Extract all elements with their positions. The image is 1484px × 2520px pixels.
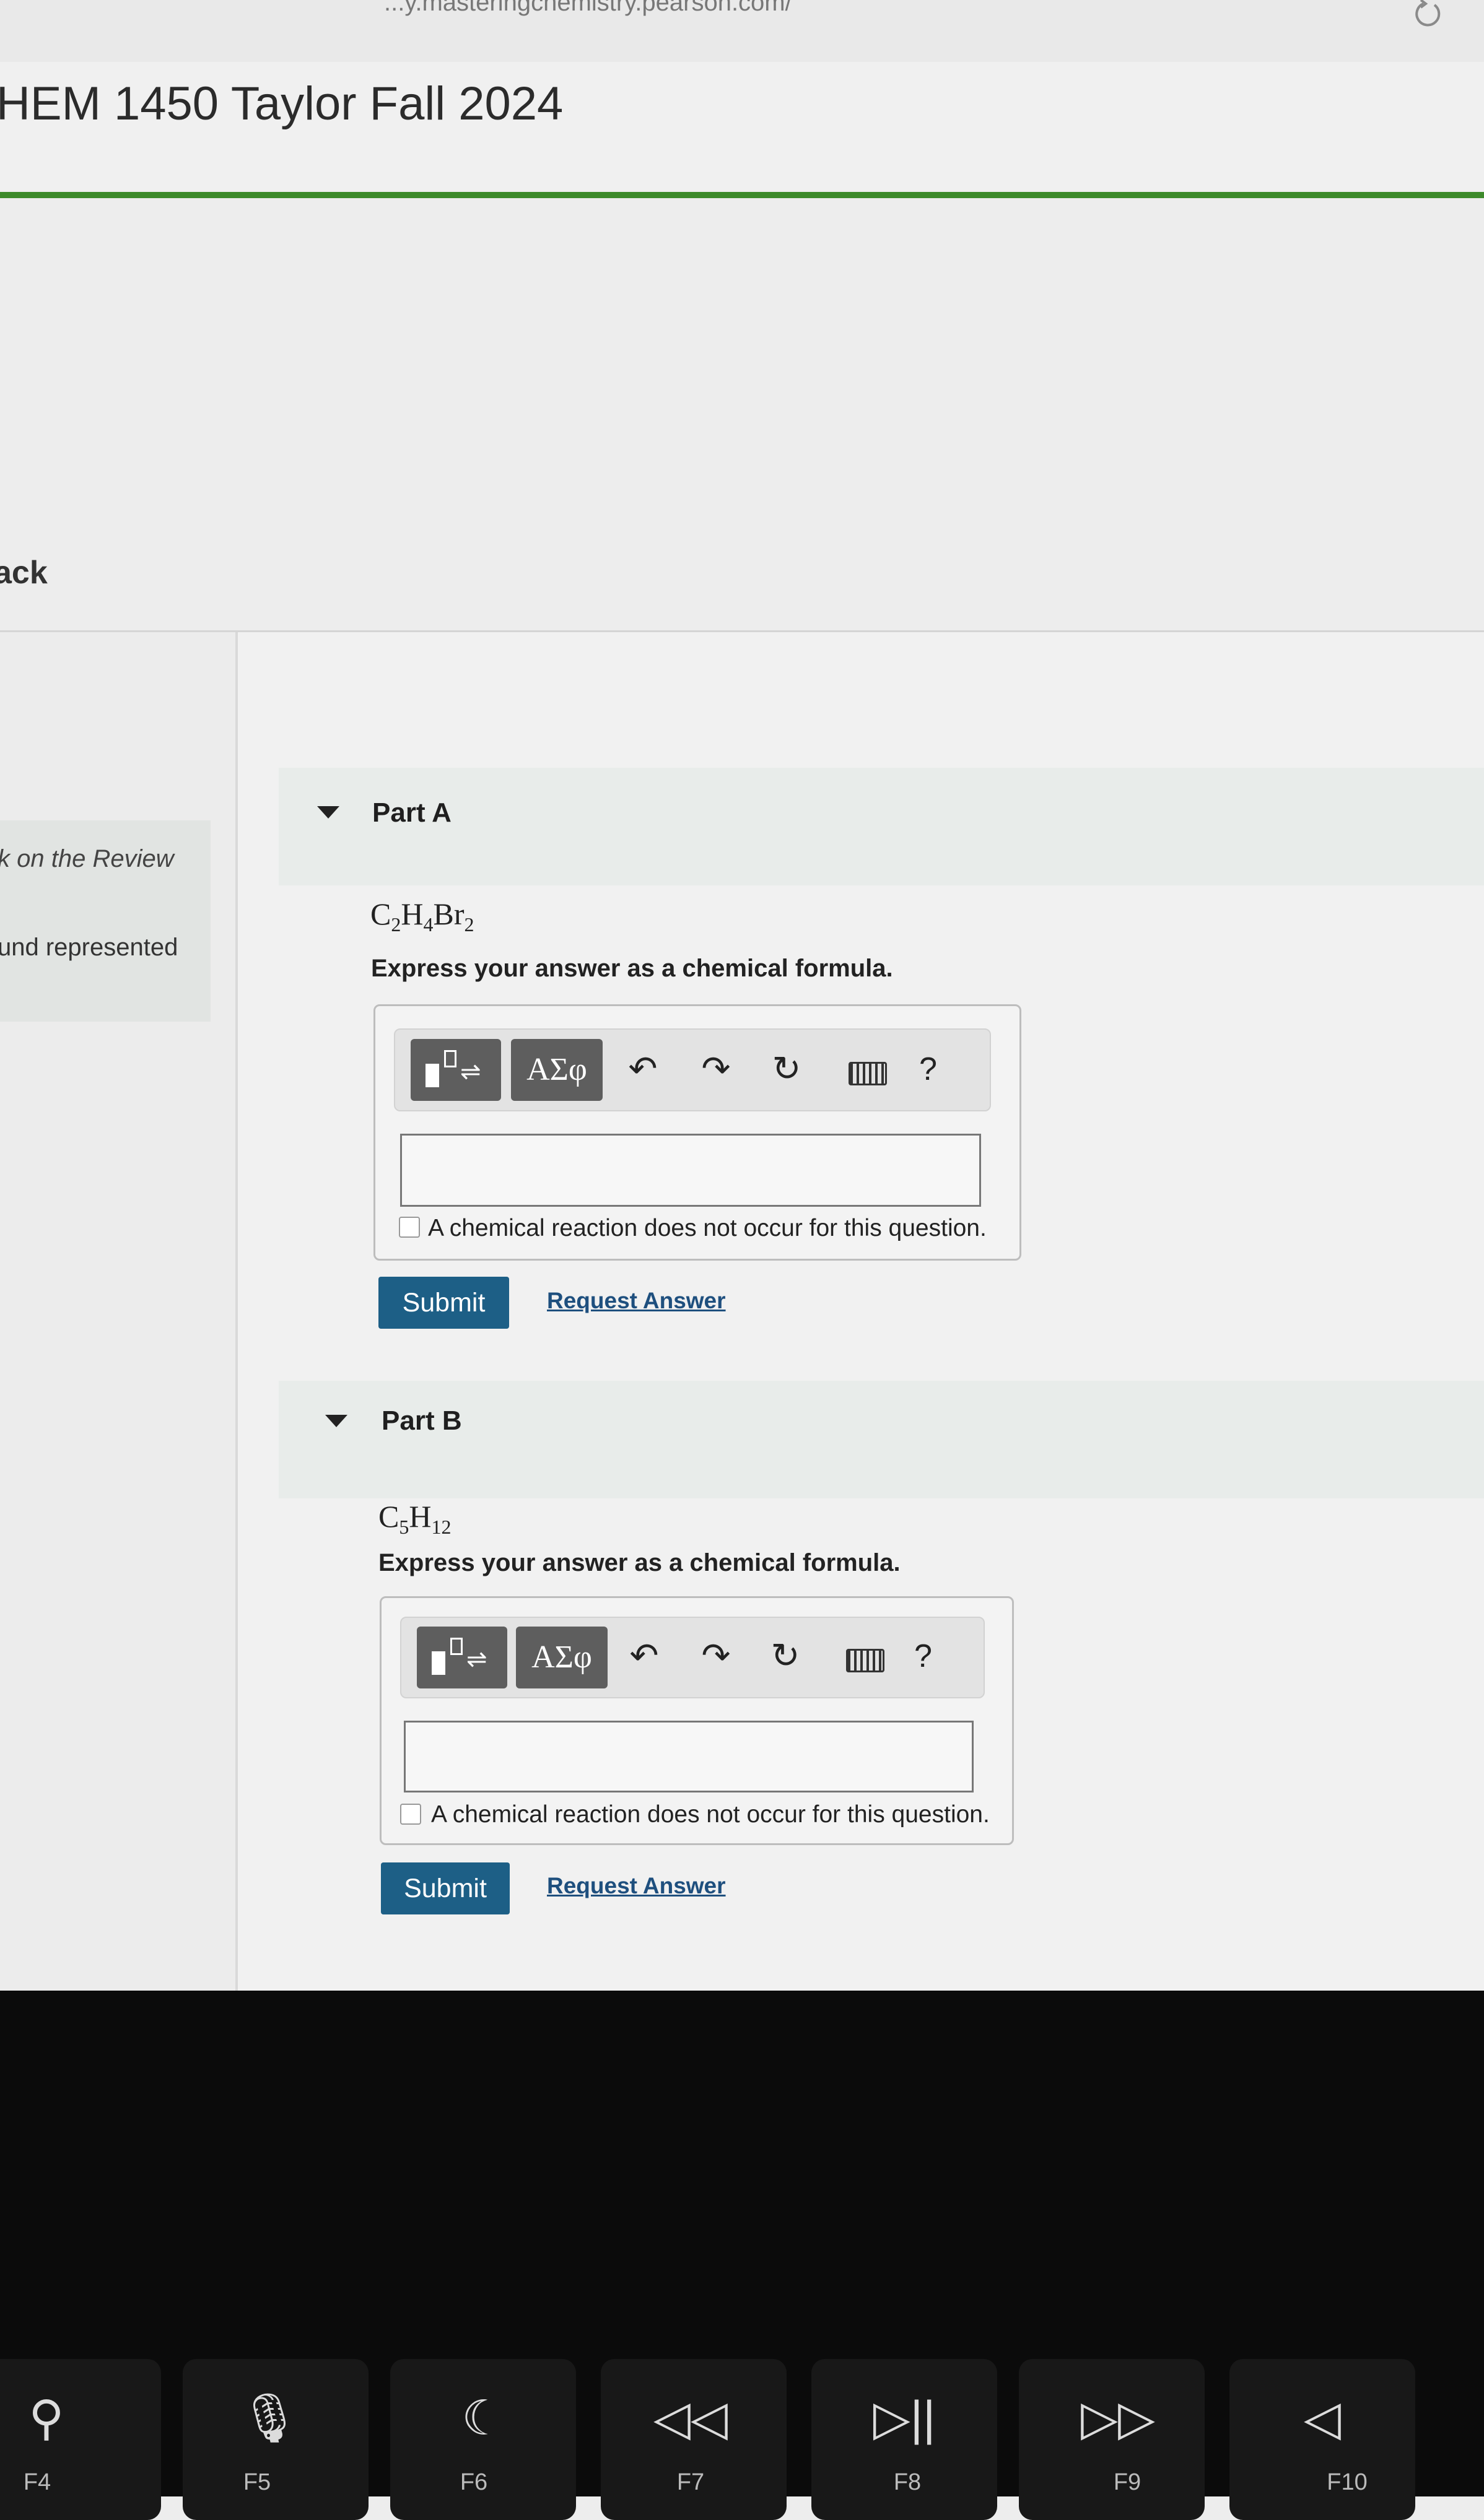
template-small-box-icon (444, 1050, 456, 1067)
part-a-request-answer-link[interactable]: Request Answer (547, 1288, 726, 1314)
no-reaction-label[interactable]: A chemical reaction does not occur for t… (428, 1215, 987, 1242)
key-f7-label: F7 (676, 2469, 705, 2495)
undo-icon[interactable]: ↶ (618, 1048, 668, 1089)
redo-icon[interactable]: ↷ (691, 1635, 741, 1676)
part-a-submit-button[interactable]: Submit (378, 1277, 509, 1329)
redo-icon[interactable]: ↷ (691, 1048, 741, 1089)
key-f4-label: F4 (23, 2469, 51, 2495)
part-b-title[interactable]: Part B (382, 1406, 462, 1436)
greek-symbols-button[interactable]: ΑΣφ (511, 1039, 603, 1101)
no-reaction-label[interactable]: A chemical reaction does not occur for t… (431, 1801, 990, 1828)
no-reaction-checkbox[interactable] (400, 1804, 421, 1825)
course-title: HEM 1450 Taylor Fall 2024 (0, 77, 564, 130)
part-b-header-band (279, 1381, 1484, 1498)
keyboard-icon[interactable] (849, 1062, 887, 1085)
templates-button[interactable]: ⇌ (411, 1039, 501, 1101)
key-f6-label: F6 (460, 2469, 488, 2495)
part-b-submit-button[interactable]: Submit (381, 1862, 510, 1914)
sidebar-text-represented: und represented (0, 934, 178, 961)
reset-icon[interactable]: ↻ (761, 1635, 810, 1676)
key-f5-label: F5 (243, 2469, 271, 2495)
browser-toolbar: ...y.masteringchemistry.pearson.com/ (0, 0, 1484, 63)
templates-button[interactable]: ⇌ (417, 1627, 507, 1688)
part-a-answer-input[interactable] (400, 1134, 981, 1207)
part-b-answer-input[interactable] (404, 1721, 974, 1792)
greek-symbols-button[interactable]: ΑΣφ (516, 1627, 608, 1688)
template-box-icon (426, 1064, 439, 1087)
template-box-icon (432, 1651, 445, 1675)
reload-icon[interactable] (1410, 0, 1447, 31)
part-a-header-band (279, 768, 1484, 885)
template-small-box-icon (450, 1638, 463, 1655)
keyboard-icon[interactable] (846, 1649, 884, 1672)
key-f8-label: F8 (893, 2469, 922, 2495)
collapse-caret-icon[interactable] (325, 1415, 347, 1427)
part-b-toolbar: ⇌ ΑΣφ ↶ ↷ ↻ ? (400, 1617, 985, 1698)
back-link[interactable]: ack (0, 554, 48, 591)
reaction-arrows-icon: ⇌ (460, 1058, 481, 1085)
url-bar[interactable]: ...y.masteringchemistry.pearson.com/ (384, 0, 792, 17)
help-button[interactable]: ? (914, 1638, 932, 1675)
moon-icon: ☾ (461, 2391, 505, 2445)
part-b-formula: C5H12 (378, 1499, 452, 1538)
part-a-title[interactable]: Part A (372, 797, 452, 828)
help-button[interactable]: ? (919, 1051, 937, 1088)
microphone-icon: 🎙 (238, 2391, 300, 2445)
fast-forward-icon: ▷▷ (1081, 2391, 1155, 2445)
part-b-instruction: Express your answer as a chemical formul… (378, 1549, 901, 1576)
sidebar-text-review: k on the Review (0, 845, 174, 872)
key-f10-label: F10 (1327, 2469, 1368, 2495)
part-a-toolbar: ⇌ ΑΣφ ↶ ↷ ↻ ? (394, 1028, 991, 1111)
part-a-answer-box: ⇌ ΑΣφ ↶ ↷ ↻ ? A chemical reaction does n… (373, 1004, 1021, 1261)
part-b-request-answer-link[interactable]: Request Answer (547, 1873, 726, 1899)
no-reaction-checkbox[interactable] (399, 1217, 420, 1238)
undo-icon[interactable]: ↶ (619, 1635, 669, 1676)
search-icon: ⚲ (28, 2391, 64, 2445)
mute-icon: ◁ (1304, 2391, 1341, 2445)
part-b-answer-box: ⇌ ΑΣφ ↶ ↷ ↻ ? A chemical reaction does n… (380, 1596, 1014, 1845)
part-a-formula: C2H4Br2 (370, 897, 474, 936)
reset-icon[interactable]: ↻ (762, 1048, 811, 1089)
collapse-caret-icon[interactable] (317, 806, 339, 819)
key-f9-label: F9 (1113, 2469, 1141, 2495)
reaction-arrows-icon: ⇌ (466, 1646, 487, 1673)
rewind-icon: ◁◁ (653, 2391, 728, 2445)
part-a-instruction: Express your answer as a chemical formul… (371, 955, 893, 982)
play-pause-icon: ▷|| (873, 2391, 936, 2445)
